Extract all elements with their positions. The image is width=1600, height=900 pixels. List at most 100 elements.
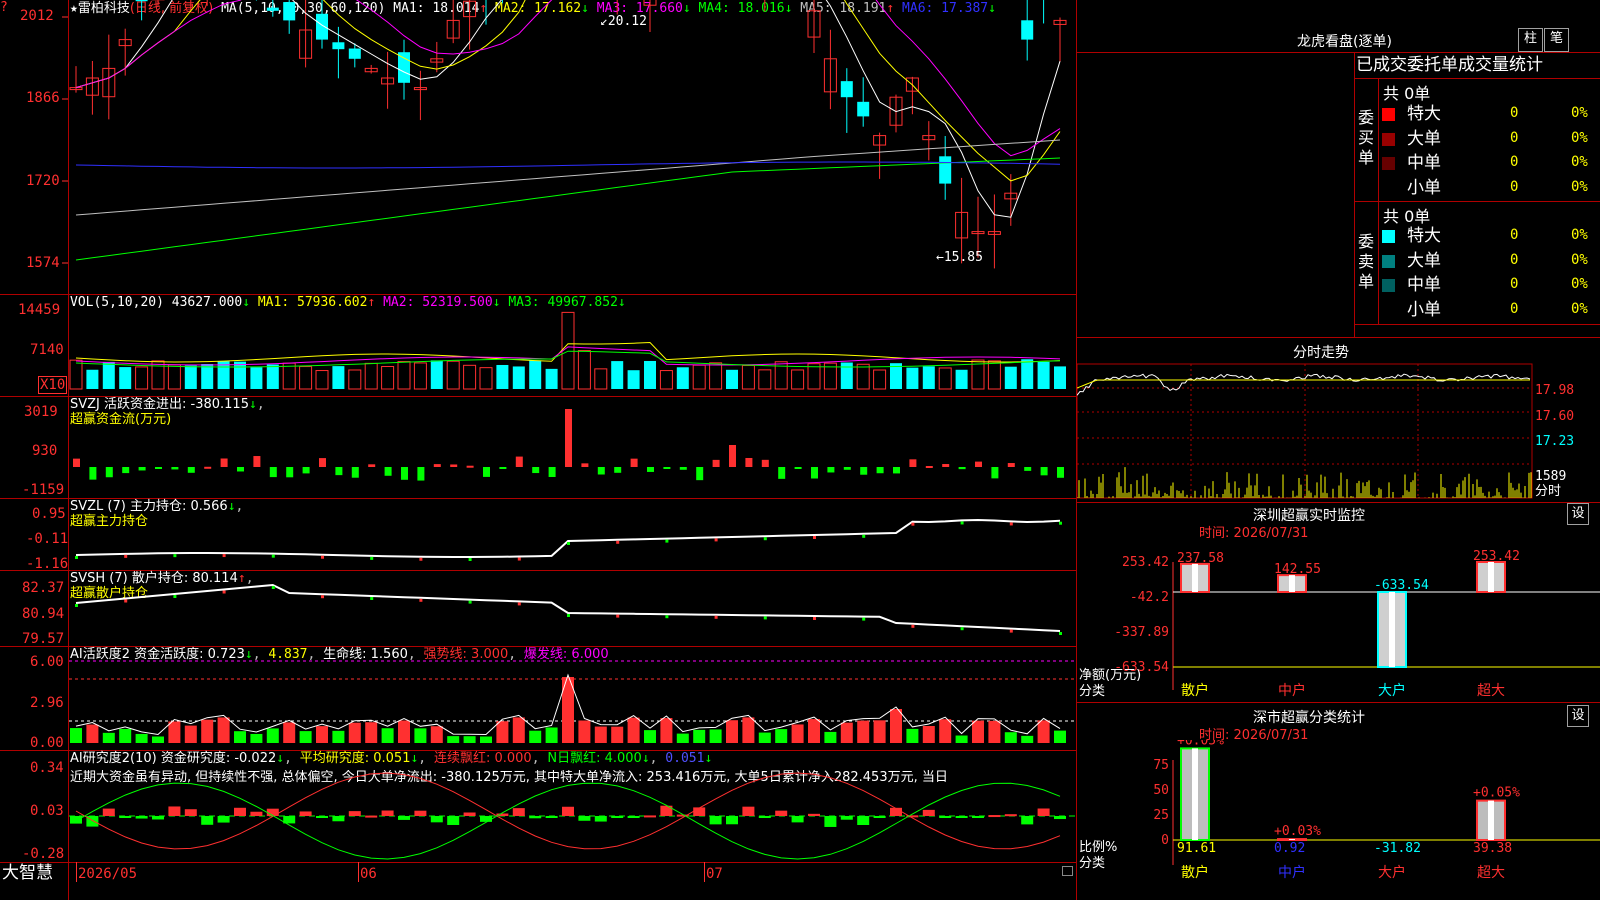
volume-bar bbox=[807, 363, 821, 390]
activity-bar bbox=[480, 736, 492, 743]
flow-bar bbox=[433, 464, 441, 467]
volume-bar bbox=[938, 367, 952, 390]
indicator-dot bbox=[1009, 629, 1013, 633]
flow-bar bbox=[483, 467, 490, 477]
divider bbox=[1077, 502, 1600, 503]
activity-bar bbox=[939, 719, 952, 743]
main-holding-chart bbox=[75, 518, 1062, 561]
activity-bar bbox=[365, 722, 378, 743]
dragon-title: 龙虎看盘(逐单) bbox=[1297, 34, 1392, 50]
research-bar bbox=[955, 816, 968, 818]
sz-monitor-title: 深圳超赢实时监控 bbox=[1253, 508, 1365, 524]
flow-bar bbox=[417, 467, 425, 481]
indicator-dot bbox=[813, 617, 816, 620]
flow-bar bbox=[647, 467, 654, 472]
activity-bar bbox=[266, 728, 279, 743]
flow-bar bbox=[778, 467, 786, 479]
flow-bar bbox=[515, 456, 523, 467]
indicator-dot bbox=[173, 595, 177, 598]
monitor-time: 时间: 2026/07/31 bbox=[1199, 526, 1309, 541]
buy-side-label: 委买单 bbox=[1358, 108, 1375, 167]
candle bbox=[316, 13, 328, 40]
volume-bar bbox=[167, 364, 181, 390]
volume-bar bbox=[577, 350, 591, 390]
monitor-settings-button[interactable]: 设 bbox=[1567, 503, 1589, 525]
flow-bar bbox=[171, 467, 179, 470]
flow-bar bbox=[138, 467, 146, 471]
volume-bar bbox=[1021, 359, 1034, 389]
order-row-pct: 0% bbox=[1571, 300, 1588, 317]
y-tick: 6.00 bbox=[30, 654, 64, 670]
activity-bar bbox=[1054, 730, 1066, 743]
legend-swatch bbox=[1382, 254, 1395, 268]
flow-bar bbox=[89, 467, 97, 480]
flow-bar bbox=[827, 467, 835, 473]
research-bar bbox=[332, 816, 345, 822]
activity-bar bbox=[922, 726, 935, 743]
flow-bar bbox=[302, 467, 310, 474]
ma-line bbox=[75, 161, 1061, 169]
research-bar bbox=[234, 807, 246, 816]
divider bbox=[1077, 702, 1600, 703]
flow-bar bbox=[187, 467, 195, 473]
legend-swatch bbox=[1382, 157, 1395, 170]
ma-line bbox=[75, 157, 1061, 261]
intraday-chart[interactable] bbox=[1077, 362, 1600, 502]
activity-bar bbox=[135, 733, 148, 743]
candlestick-chart bbox=[62, 0, 1067, 269]
research-bar bbox=[1037, 808, 1050, 816]
x-axis-title: 分类 bbox=[1079, 856, 1106, 871]
activity-bar bbox=[316, 726, 328, 743]
activity-bar bbox=[512, 717, 525, 743]
x-tick-mark bbox=[76, 862, 77, 882]
volume-bar bbox=[741, 365, 755, 390]
y-tick: 2.96 bbox=[30, 695, 64, 711]
legend-swatch bbox=[1382, 279, 1395, 292]
main-chart-area[interactable]: ? ★雷柏科技(日线, 前复权) MA(5,10,20,30,60,120) M… bbox=[0, 0, 1077, 900]
tick-mode-button[interactable]: 笔 bbox=[1544, 28, 1569, 52]
activity-bar bbox=[398, 720, 410, 743]
indicator-dot bbox=[517, 602, 521, 606]
ma-line bbox=[75, 139, 1061, 216]
indicator-dot bbox=[271, 554, 275, 558]
order-row-pct: 0% bbox=[1571, 154, 1588, 170]
activity-bar bbox=[578, 720, 591, 743]
lock-icon[interactable] bbox=[1062, 866, 1073, 876]
research-bar bbox=[939, 816, 952, 818]
volume-bar bbox=[594, 368, 608, 390]
flow-bar bbox=[893, 467, 900, 474]
y-tick: 1574 bbox=[26, 255, 60, 271]
sell-total: 共 0单 bbox=[1383, 207, 1431, 226]
indicator-dot bbox=[665, 539, 669, 543]
order-row-count: 0 bbox=[1510, 129, 1519, 146]
volume-bar bbox=[69, 359, 83, 390]
flow-bar bbox=[843, 467, 851, 470]
activity-bar bbox=[168, 721, 181, 743]
y-tick: 7140 bbox=[30, 342, 64, 358]
volume-bar bbox=[135, 366, 149, 390]
sell-side-label: 委卖单 bbox=[1358, 232, 1375, 291]
flow-bar bbox=[105, 467, 113, 478]
flow-bar bbox=[663, 467, 671, 469]
activity-bar bbox=[955, 735, 968, 743]
y-tick: 17.98 bbox=[1535, 383, 1575, 398]
research-bar bbox=[693, 807, 706, 816]
volume-bar bbox=[496, 364, 509, 389]
research-bar bbox=[201, 816, 214, 825]
bar-mode-button[interactable]: 柱 bbox=[1518, 28, 1543, 52]
indicator-dot bbox=[911, 624, 915, 628]
category-label: 大户 bbox=[1378, 682, 1406, 699]
volume-bar bbox=[413, 362, 427, 390]
indicator-dot bbox=[370, 556, 374, 560]
research-bar bbox=[562, 806, 574, 816]
research-bar bbox=[152, 816, 164, 820]
candle bbox=[332, 42, 345, 50]
class-settings-button[interactable]: 设 bbox=[1567, 705, 1589, 727]
indicator-dot bbox=[173, 554, 177, 558]
vol-unit-button[interactable]: X10 bbox=[38, 376, 68, 394]
ratio-bar-highlight bbox=[1192, 748, 1198, 840]
flow-bar bbox=[581, 463, 589, 467]
category-label: 散户 bbox=[1181, 864, 1209, 881]
sz-class-title: 深市超赢分类统计 bbox=[1253, 710, 1365, 726]
indicator-dot bbox=[960, 521, 964, 525]
